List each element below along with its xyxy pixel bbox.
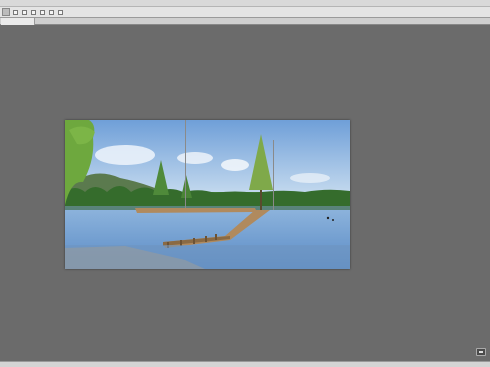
screen-mode-icon[interactable] [476,348,486,356]
document-tab-bar [0,18,490,25]
option-2[interactable] [22,9,28,16]
checkbox[interactable] [13,9,18,15]
document-tab[interactable] [1,18,35,25]
menu-bar [0,0,490,7]
checkbox[interactable] [49,9,54,15]
option-3[interactable] [31,9,37,16]
status-bar [0,361,490,367]
marquee-icon[interactable] [2,8,10,16]
checkbox[interactable] [58,9,63,15]
option-4[interactable] [40,9,46,16]
tool-options-bar [0,7,490,18]
checkbox[interactable] [31,9,36,15]
checkbox[interactable] [22,9,27,15]
landscape-image [65,120,350,269]
option-5[interactable] [49,9,55,16]
option-1[interactable] [13,9,19,16]
option-6[interactable] [58,9,64,16]
document-canvas[interactable] [65,120,350,269]
checkbox[interactable] [40,9,45,15]
